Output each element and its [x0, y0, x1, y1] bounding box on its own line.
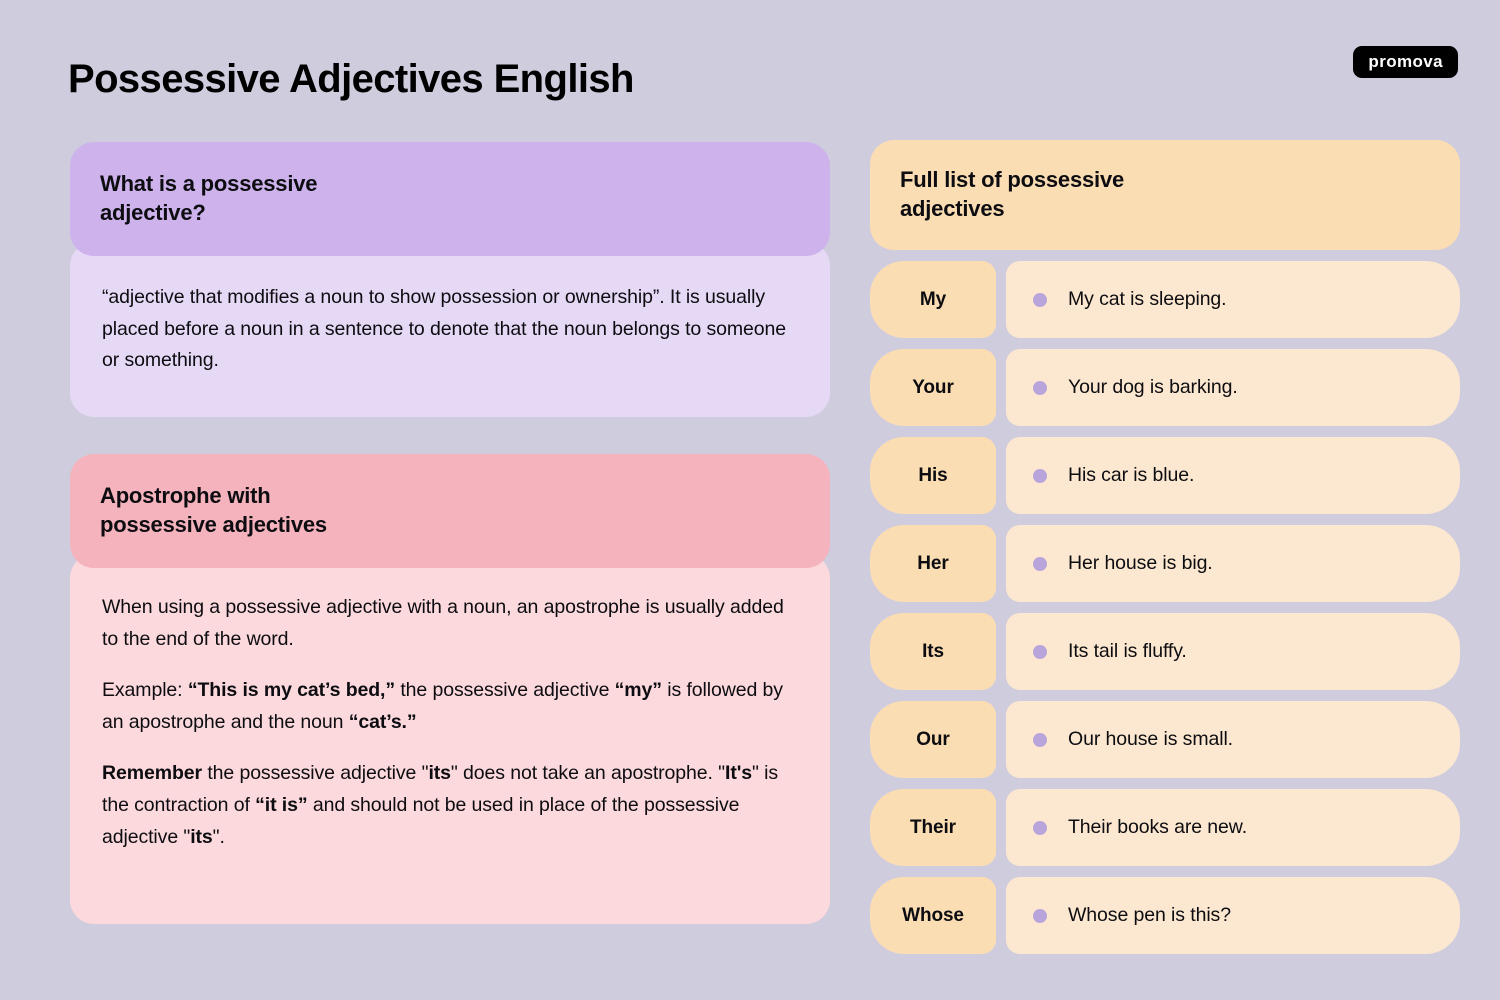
bullet-icon: [1033, 908, 1047, 923]
adjective-example-pill: My cat is sleeping.: [1006, 261, 1460, 339]
list-item: Her Her house is big.: [870, 525, 1460, 603]
adjective-example-pill: Its tail is fluffy.: [1006, 613, 1460, 691]
example-sentence: Their books are new.: [1068, 816, 1248, 839]
adjective-example-pill: Our house is small.: [1006, 701, 1460, 779]
list-item: Its Its tail is fluffy.: [870, 613, 1460, 691]
adjective-word-pill: Their: [870, 789, 996, 867]
adjective-example-pill: Your dog is barking.: [1006, 349, 1460, 427]
left-column: What is a possessive adjective? “adjecti…: [70, 142, 830, 925]
emphasis-text: its: [428, 762, 451, 785]
paragraph-1: When using a possessive adjective with a…: [102, 596, 784, 650]
emphasis-text: its: [190, 825, 213, 848]
adjective-word-pill: Your: [870, 349, 996, 427]
apostrophe-card-body: When using a possessive adjective with a…: [70, 554, 830, 925]
bullet-icon: [1033, 644, 1047, 659]
bullet-icon: [1033, 556, 1047, 571]
emphasis-text: It's: [725, 762, 752, 785]
definition-text: “adjective that modifies a noun to show …: [102, 286, 786, 372]
paragraph-2: Example: “This is my cat’s bed,” the pos…: [102, 679, 783, 733]
bullet-icon: [1033, 468, 1047, 483]
apostrophe-card-header: Apostrophe with possessive adjectives: [70, 454, 830, 569]
list-item: Our Our house is small.: [870, 701, 1460, 779]
example-sentence: Whose pen is this?: [1068, 904, 1231, 927]
bullet-icon: [1033, 292, 1047, 307]
apostrophe-card: Apostrophe with possessive adjectives Wh…: [70, 454, 830, 925]
adjective-example-pill: Their books are new.: [1006, 789, 1460, 867]
example-sentence: Its tail is fluffy.: [1068, 640, 1187, 663]
emphasis-text: “my”: [614, 679, 662, 702]
bullet-icon: [1033, 732, 1047, 747]
definition-card-header: What is a possessive adjective?: [70, 142, 830, 257]
example-sentence: Your dog is barking.: [1068, 376, 1238, 399]
adjective-word-pill: Her: [870, 525, 996, 603]
adjective-example-pill: His car is blue.: [1006, 437, 1460, 515]
list-item: My My cat is sleeping.: [870, 261, 1460, 339]
right-column: Full list of possessive adjectives My My …: [870, 140, 1460, 955]
bullet-icon: [1033, 380, 1047, 395]
bullet-icon: [1033, 820, 1047, 835]
example-sentence: My cat is sleeping.: [1068, 288, 1227, 311]
example-sentence: Her house is big.: [1068, 552, 1213, 575]
definition-card: What is a possessive adjective? “adjecti…: [70, 142, 830, 418]
example-sentence: Our house is small.: [1068, 728, 1233, 751]
emphasis-text: “it is”: [255, 794, 308, 817]
adjective-word-pill: His: [870, 437, 996, 515]
example-sentence: His car is blue.: [1068, 464, 1195, 487]
emphasis-text: “cat’s.”: [348, 710, 417, 733]
list-item: His His car is blue.: [870, 437, 1460, 515]
list-item: Whose Whose pen is this?: [870, 877, 1460, 955]
emphasis-text: “This is my cat’s bed,”: [187, 679, 396, 702]
possessive-adjective-list: My My cat is sleeping. Your Your dog is bar…: [870, 261, 1460, 955]
paragraph-3: Remember the possessive adjective "its" …: [102, 762, 779, 848]
list-item: Their Their books are new.: [870, 789, 1460, 867]
adjective-example-pill: Her house is big.: [1006, 525, 1460, 603]
adjective-word-pill: Its: [870, 613, 996, 691]
definition-card-body: “adjective that modifies a noun to show …: [70, 242, 830, 418]
list-item: Your Your dog is barking.: [870, 349, 1460, 427]
adjective-word-pill: Our: [870, 701, 996, 779]
list-card-header: Full list of possessive adjectives: [870, 140, 1460, 251]
page-title: Possessive Adjectives English: [68, 57, 634, 101]
emphasis-text: Remember: [102, 762, 202, 785]
adjective-word-pill: Whose: [870, 877, 996, 955]
adjective-example-pill: Whose pen is this?: [1006, 877, 1460, 955]
promova-logo: promova: [1353, 46, 1458, 78]
adjective-word-pill: My: [870, 261, 996, 339]
